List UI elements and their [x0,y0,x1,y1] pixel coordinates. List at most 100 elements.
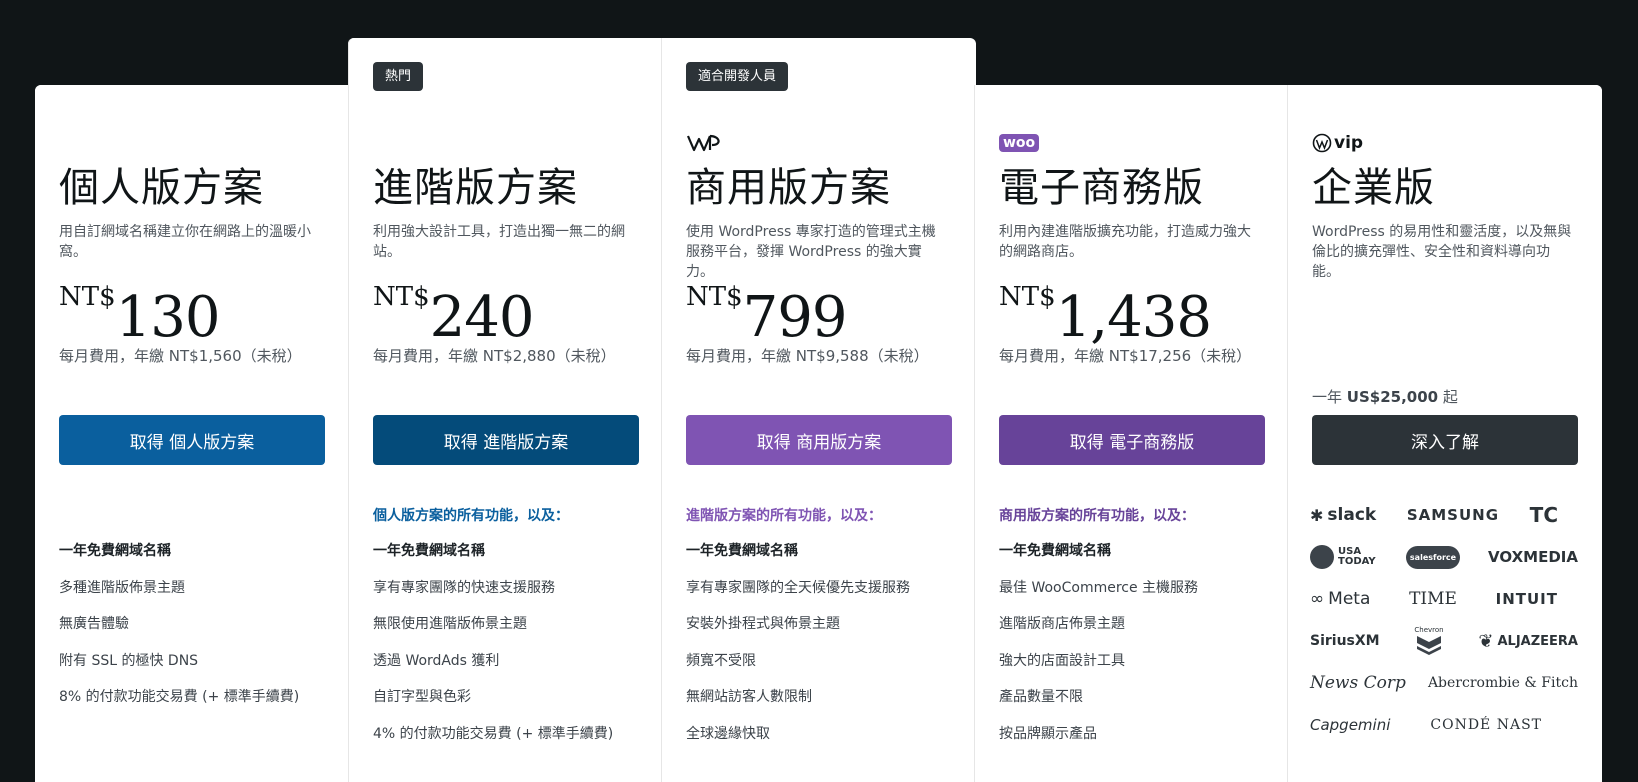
feature-item: 進階版商店佈景主題 [999,616,1125,632]
features-heading: 商用版方案的所有功能，以及： [999,508,1195,524]
plan-title: 進階版方案 [373,165,578,211]
woo-logo: woo [999,130,1040,156]
wp-cloud-logo [686,130,726,156]
logo-row: News Corp Abercrombie & Fitch [1310,662,1578,704]
plan-title: 個人版方案 [59,165,264,211]
price-currency: NT$ [686,282,743,312]
logo-row: Capgemini CONDÉ NAST [1310,704,1578,746]
billing-info: 每月費用，年繳 NT$2,880（未稅） [373,347,616,365]
feature-item: 全球邊緣快取 [686,725,770,742]
time-logo: TIME [1409,589,1457,609]
feature-item: 一年免費網域名稱 [59,543,171,559]
meta-infinity-icon: ∞ [1310,589,1325,609]
plan-title: 企業版 [1312,165,1435,211]
plan-price: NT$ 1,438 [999,280,1212,350]
get-business-plan-button[interactable]: 取得 商用版方案 [686,415,952,465]
logo-row: ✱ slack SAMSUNG TC [1310,494,1578,536]
feature-item: 附有 SSL 的極快 DNS [59,652,199,669]
techcrunch-logo: TC [1529,503,1558,527]
feature-list: 一年免費網域名稱 享有專家團隊的快速支援服務 無限使用進階版佈景主題 透過 Wo… [373,541,643,760]
feature-item: 4% 的付款功能交易費 (+ 標準手續費) [373,725,614,742]
conde-nast-logo: CONDÉ NAST [1430,717,1542,733]
feature-item: 無限使用進階版佈景主題 [373,616,527,632]
feature-item: 透過 WordAds 獲利 [373,652,500,669]
learn-more-button[interactable]: 深入了解 [1312,415,1578,465]
capgemini-logo: Capgemini [1310,716,1391,734]
get-ecommerce-plan-button[interactable]: 取得 電子商務版 [999,415,1265,465]
plan-description: 用自訂網域名稱建立你在網路上的溫暖小窩。 [59,224,311,260]
wp-cloud-icon [686,134,720,152]
features-heading: 個人版方案的所有功能，以及： [373,508,569,524]
feature-item: 產品數量不限 [999,689,1083,705]
woo-logo-text: woo [999,134,1040,152]
salesforce-logo: salesforce [1405,545,1461,569]
wordpress-icon [1312,133,1332,153]
salesforce-text: salesforce [1405,545,1461,569]
features-heading: 進階版方案的所有功能，以及： [686,508,882,524]
feature-item: 最佳 WooCommerce 主機服務 [999,579,1199,596]
chevron-icon [1417,636,1441,655]
wp-vip-logo: vip [1312,130,1363,156]
feature-item: 自訂字型與色彩 [373,689,471,705]
feature-item: 享有專家團隊的快速支援服務 [373,579,555,596]
feature-item: 頻寬不受限 [686,652,756,669]
feature-item: 無網站訪客人數限制 [686,689,812,705]
feature-list: 一年免費網域名稱 最佳 WooCommerce 主機服務 進階版商店佈景主題 強… [999,541,1269,760]
billing-suffix: 起 [1438,388,1458,406]
plan-price: NT$ 130 [59,280,221,350]
feature-list: 一年免費網域名稱 享有專家團隊的全天候優先支援服務 安裝外掛程式與佈景主題 頻寬… [686,541,956,760]
customer-logos: ✱ slack SAMSUNG TC USA TODAY salesforce V… [1310,494,1578,746]
plan-price: NT$ 799 [686,280,848,350]
price-currency: NT$ [59,282,116,312]
chevron-logo: Chevron [1414,626,1444,656]
intuit-logo: INTUIT [1495,590,1558,608]
billing-info: 每月費用，年繳 NT$17,256（未稅） [999,347,1252,365]
plan-title: 電子商務版 [999,165,1204,211]
plan-description: 利用強大設計工具，打造出獨一無二的網站。 [373,224,625,260]
get-premium-plan-button[interactable]: 取得 進階版方案 [373,415,639,465]
price-currency: NT$ [999,282,1056,312]
feature-item: 一年免費網域名稱 [999,543,1111,559]
meta-logo: ∞ Meta [1310,589,1370,609]
feature-item: 強大的店面設計工具 [999,652,1125,669]
popular-badge: 熱門 [373,62,424,91]
plan-description: WordPress 的易用性和靈活度，以及無與倫比的擴充彈性、安全性和資料導向功… [1312,224,1572,280]
billing-amount: US$25,000 [1346,388,1439,406]
newscorp-logo: News Corp [1310,673,1406,693]
feature-item: 8% 的付款功能交易費 (+ 標準手續費) [59,689,300,705]
usa-today-text: USA TODAY [1338,546,1376,567]
feature-item: 安裝外掛程式與佈景主題 [686,616,840,632]
aljazeera-logo: ❦ ALJAZEERA [1478,631,1578,652]
billing-info: 一年 US$25,000 起 [1312,384,1582,410]
abercrombie-logo: Abercrombie & Fitch [1427,675,1578,691]
logo-row: ∞ Meta TIME INTUIT [1310,578,1578,620]
price-amount: 799 [742,285,848,350]
billing-prefix: 一年 [1312,388,1347,406]
plan-column-personal: 個人版方案 用自訂網域名稱建立你在網路上的溫暖小窩。 NT$ 130 每月費用，… [35,85,348,782]
feature-item: 一年免費網域名稱 [686,543,798,559]
aljazeera-text: ALJAZEERA [1497,633,1578,649]
feature-item: 一年免費網域名稱 [373,543,485,559]
chevron-text: Chevron [1414,626,1444,634]
plan-column-enterprise: vip 企業版 WordPress 的易用性和靈活度，以及無與倫比的擴充彈性、安… [1287,85,1602,782]
feature-item: 多種進階版佈景主題 [59,579,185,596]
slack-logo-text: slack [1327,505,1377,525]
billing-info: 每月費用，年繳 NT$9,588（未稅） [686,347,929,365]
siriusxm-logo: SiriusXM [1310,633,1380,649]
feature-item: 享有專家團隊的全天候優先支援服務 [686,579,910,596]
logo-row: SiriusXM Chevron ❦ ALJAZEERA [1310,620,1578,662]
plan-column-premium: 熱門 進階版方案 利用強大設計工具，打造出獨一無二的網站。 NT$ 240 每月… [348,38,661,782]
feature-item: 按品牌顯示產品 [999,725,1097,742]
get-personal-plan-button[interactable]: 取得 個人版方案 [59,415,325,465]
feature-item: 無廣告體驗 [59,616,129,632]
slack-logo: ✱ slack [1310,505,1376,525]
price-amount: 240 [429,285,535,350]
samsung-logo: SAMSUNG [1406,506,1500,524]
price-currency: NT$ [373,282,430,312]
feature-list: 一年免費網域名稱 多種進階版佈景主題 無廣告體驗 附有 SSL 的極快 DNS … [59,541,329,724]
plan-column-business: 適合開發人員 商用版方案 使用 WordPress 專家打造的管理式主機服務平台… [661,38,974,782]
billing-info: 每月費用，年繳 NT$1,560（未稅） [59,347,302,365]
plan-description: 使用 WordPress 專家打造的管理式主機服務平台，發揮 WordPress… [686,224,936,280]
usa-today-icon [1310,545,1334,569]
plan-description: 利用內建進階版擴充功能，打造威力強大的網路商店。 [999,224,1251,260]
